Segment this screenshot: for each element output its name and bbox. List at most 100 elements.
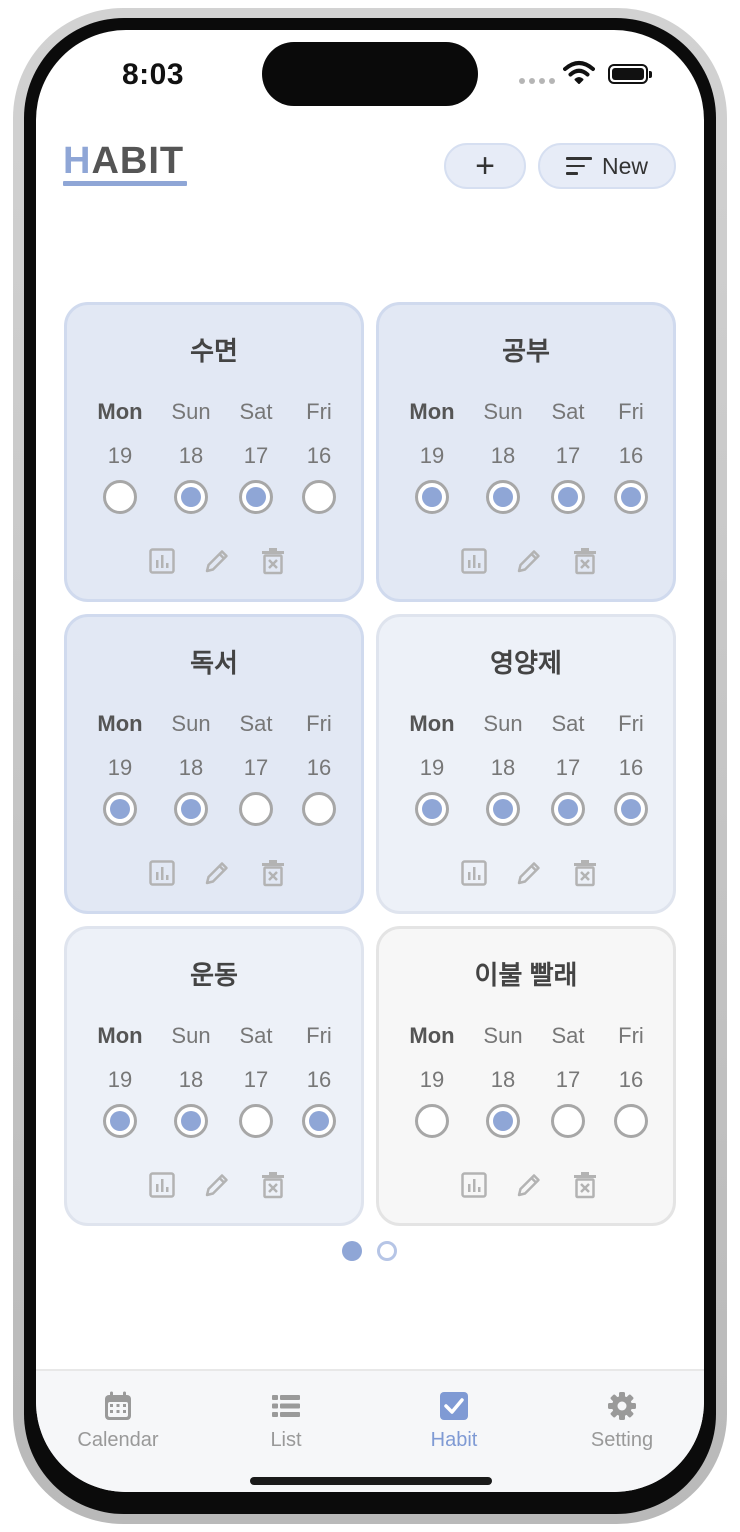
pencil-icon[interactable] xyxy=(515,547,543,575)
check-dot xyxy=(110,799,130,819)
tab-habit[interactable]: Habit xyxy=(379,1389,529,1452)
check-dot xyxy=(246,487,266,507)
check-circle-checked[interactable] xyxy=(174,792,208,826)
check-circle-checked[interactable] xyxy=(103,792,137,826)
check-circle-empty[interactable] xyxy=(239,792,273,826)
trash-icon[interactable] xyxy=(571,859,599,887)
check-dot xyxy=(309,1111,329,1131)
date-label: 18 xyxy=(490,1067,516,1092)
check-circle-checked[interactable] xyxy=(239,480,273,514)
trash-icon[interactable] xyxy=(259,547,287,575)
date-label: 19 xyxy=(419,755,445,780)
chart-icon[interactable] xyxy=(148,547,176,575)
habit-card[interactable]: 이불 빨래 Mon Sun Sat Fri 19 18 17 16 xyxy=(376,926,676,1226)
chart-icon[interactable] xyxy=(148,1171,176,1199)
trash-icon[interactable] xyxy=(571,1171,599,1199)
date-label: 16 xyxy=(618,755,644,780)
habit-title: 공부 xyxy=(502,336,550,366)
plus-icon: + xyxy=(475,146,495,185)
add-habit-button[interactable]: + xyxy=(444,143,526,189)
habit-card[interactable]: 영양제 Mon Sun Sat Fri 19 18 17 16 xyxy=(376,614,676,914)
trash-icon[interactable] xyxy=(571,547,599,575)
check-circle-empty[interactable] xyxy=(239,1104,273,1138)
dynamic-island xyxy=(262,42,478,106)
pencil-icon[interactable] xyxy=(203,1171,231,1199)
logo-first-letter: H xyxy=(63,140,92,182)
chart-icon[interactable] xyxy=(460,1171,488,1199)
check-circle-empty[interactable] xyxy=(103,480,137,514)
weekday-label: Mon xyxy=(97,1023,143,1048)
calendar-icon xyxy=(43,1389,193,1423)
check-circle-checked[interactable] xyxy=(486,480,520,514)
habit-card[interactable]: 공부 Mon Sun Sat Fri 19 18 17 16 xyxy=(376,302,676,602)
check-circle-checked[interactable] xyxy=(174,1104,208,1138)
check-circle-empty[interactable] xyxy=(614,1104,648,1138)
trash-icon[interactable] xyxy=(259,859,287,887)
weekday-label: Fri xyxy=(306,711,332,736)
check-dot xyxy=(493,799,513,819)
pencil-icon[interactable] xyxy=(515,1171,543,1199)
weekday-label: Mon xyxy=(97,399,143,424)
weekday-label: Sun xyxy=(483,399,523,424)
trash-icon[interactable] xyxy=(259,1171,287,1199)
check-circle-empty[interactable] xyxy=(551,1104,585,1138)
date-label: 17 xyxy=(243,755,269,780)
check-circle-checked[interactable] xyxy=(551,792,585,826)
date-label: 18 xyxy=(490,443,516,468)
habit-card[interactable]: 수면 Mon Sun Sat Fri 19 18 17 16 xyxy=(64,302,364,602)
check-circle-checked[interactable] xyxy=(103,1104,137,1138)
page-dot[interactable] xyxy=(377,1241,397,1261)
check-circle-checked[interactable] xyxy=(486,1104,520,1138)
habit-title: 영양제 xyxy=(490,648,562,678)
check-circle-checked[interactable] xyxy=(614,480,648,514)
weekday-label: Sun xyxy=(171,399,211,424)
check-circle-checked[interactable] xyxy=(551,480,585,514)
page-indicator xyxy=(342,1241,397,1261)
check-circle-empty[interactable] xyxy=(415,1104,449,1138)
date-label: 17 xyxy=(555,1067,581,1092)
check-circle-checked[interactable] xyxy=(174,480,208,514)
habit-card[interactable]: 독서 Mon Sun Sat Fri 19 18 17 16 xyxy=(64,614,364,914)
pencil-icon[interactable] xyxy=(203,547,231,575)
date-label: 18 xyxy=(178,1067,204,1092)
sort-icon xyxy=(565,157,592,175)
chart-icon[interactable] xyxy=(148,859,176,887)
date-label: 18 xyxy=(178,755,204,780)
tab-list[interactable]: List xyxy=(211,1389,361,1452)
check-circle-checked[interactable] xyxy=(486,792,520,826)
home-indicator xyxy=(250,1477,492,1485)
weekday-label: Sat xyxy=(239,399,273,424)
page-dot-active[interactable] xyxy=(342,1241,362,1261)
pencil-icon[interactable] xyxy=(515,859,543,887)
date-label: 16 xyxy=(306,443,332,468)
weekday-label: Mon xyxy=(409,711,455,736)
chart-icon[interactable] xyxy=(460,859,488,887)
date-label: 19 xyxy=(107,755,133,780)
date-label: 17 xyxy=(243,443,269,468)
weekday-label: Sat xyxy=(551,711,585,736)
tab-calendar[interactable]: Calendar xyxy=(43,1389,193,1452)
check-dot xyxy=(181,1111,201,1131)
tab-setting[interactable]: Setting xyxy=(547,1389,697,1452)
check-circle-checked[interactable] xyxy=(415,480,449,514)
check-circle-empty[interactable] xyxy=(302,480,336,514)
check-circle-checked[interactable] xyxy=(415,792,449,826)
weekday-label: Sun xyxy=(171,1023,211,1048)
check-dot xyxy=(558,799,578,819)
weekday-label: Sun xyxy=(171,711,211,736)
check-circle-checked[interactable] xyxy=(614,792,648,826)
check-dot xyxy=(558,487,578,507)
chart-icon[interactable] xyxy=(460,547,488,575)
pencil-icon[interactable] xyxy=(203,859,231,887)
sort-button[interactable]: New xyxy=(538,143,676,189)
date-label: 17 xyxy=(555,755,581,780)
date-label: 17 xyxy=(243,1067,269,1092)
tab-bar: Calendar List Habit Setting xyxy=(36,1369,704,1492)
tab-setting-label: Setting xyxy=(590,1429,654,1451)
check-circle-empty[interactable] xyxy=(302,792,336,826)
check-circle-checked[interactable] xyxy=(302,1104,336,1138)
weekday-label: Fri xyxy=(618,711,644,736)
habit-card[interactable]: 운동 Mon Sun Sat Fri 19 18 17 16 xyxy=(64,926,364,1226)
logo-underline xyxy=(63,181,187,186)
sort-label: New xyxy=(601,152,648,179)
